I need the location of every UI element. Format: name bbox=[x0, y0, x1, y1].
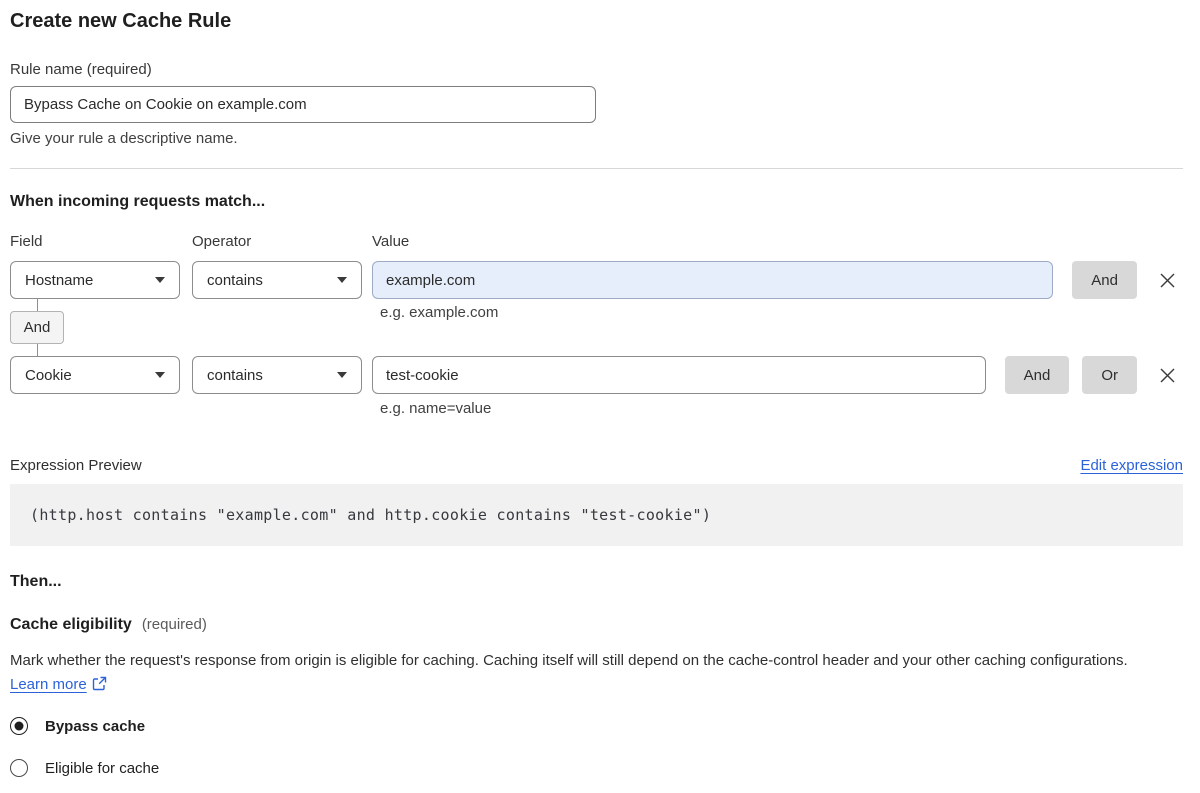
field-select[interactable]: Hostname bbox=[10, 261, 180, 299]
add-and-condition-button[interactable]: And bbox=[1072, 261, 1137, 299]
condition-row: Cookie contains And Or bbox=[10, 356, 1183, 394]
add-or-condition-button[interactable]: Or bbox=[1082, 356, 1137, 394]
radio-option-label: Eligible for cache bbox=[45, 759, 160, 777]
radio-selected-icon[interactable] bbox=[10, 717, 28, 735]
section-divider bbox=[10, 168, 1183, 169]
remove-condition-button[interactable] bbox=[1151, 356, 1183, 394]
operator-select-value: contains bbox=[207, 366, 263, 384]
chevron-down-icon bbox=[155, 372, 165, 378]
required-note: (required) bbox=[141, 616, 207, 633]
match-heading: When incoming requests match... bbox=[10, 193, 266, 210]
cache-rule-form: Create new Cache Rule Rule name (require… bbox=[10, 0, 1183, 777]
operator-select[interactable]: contains bbox=[192, 261, 362, 299]
field-select[interactable]: Cookie bbox=[10, 356, 180, 394]
cache-eligibility-description: Mark whether the request's response from… bbox=[10, 649, 1170, 697]
expression-code-block: (http.host contains "example.com" and ht… bbox=[10, 484, 1183, 546]
add-and-condition-button[interactable]: And bbox=[1004, 356, 1070, 394]
and-connector-button[interactable]: And bbox=[10, 311, 64, 344]
description-text: Mark whether the request's response from… bbox=[10, 652, 1128, 669]
radio-option-eligible-for-cache[interactable]: Eligible for cache bbox=[10, 759, 1183, 777]
radio-option-label: Bypass cache bbox=[45, 717, 146, 735]
rule-name-input[interactable] bbox=[10, 86, 596, 123]
field-select-value: Hostname bbox=[25, 271, 94, 289]
remove-condition-button[interactable] bbox=[1151, 261, 1183, 299]
remove-condition-icon bbox=[1160, 273, 1174, 287]
connector-line bbox=[37, 299, 38, 311]
cache-eligibility-heading: Cache eligibility bbox=[10, 616, 132, 633]
page-title: Create new Cache Rule bbox=[10, 10, 232, 32]
radio-option-bypass-cache[interactable]: Bypass cache bbox=[10, 717, 1183, 735]
condition-value-input[interactable] bbox=[372, 261, 1054, 299]
field-select-value: Cookie bbox=[25, 366, 72, 384]
radio-unselected-icon[interactable] bbox=[10, 759, 28, 777]
rule-name-label: Rule name (required) bbox=[10, 61, 152, 78]
value-hint: e.g. example.com bbox=[380, 304, 499, 321]
operator-select-value: contains bbox=[207, 271, 263, 289]
condition-value-input[interactable] bbox=[372, 356, 986, 394]
condition-column-labels: Field Operator Value bbox=[10, 233, 1183, 251]
expression-code: (http.host contains "example.com" and ht… bbox=[30, 506, 712, 524]
external-link-icon bbox=[92, 676, 106, 691]
field-column-label: Field bbox=[10, 233, 43, 250]
value-column-label: Value bbox=[372, 233, 410, 250]
expression-preview-label: Expression Preview bbox=[10, 457, 142, 474]
condition-row: Hostname contains And bbox=[10, 261, 1183, 299]
chevron-down-icon bbox=[337, 372, 347, 378]
connector-line bbox=[37, 344, 38, 356]
condition-connector-zone: And e.g. example.com bbox=[10, 299, 1183, 356]
rule-name-helper: Give your rule a descriptive name. bbox=[10, 130, 238, 147]
value-hint: e.g. name=value bbox=[380, 400, 492, 417]
then-heading: Then... bbox=[10, 573, 62, 590]
learn-more-link[interactable]: Learn more bbox=[10, 676, 87, 693]
remove-condition-icon bbox=[1160, 368, 1174, 382]
operator-column-label: Operator bbox=[192, 233, 252, 250]
cache-eligibility-heading-row: Cache eligibility (required) bbox=[10, 615, 1183, 635]
chevron-down-icon bbox=[337, 277, 347, 283]
operator-select[interactable]: contains bbox=[192, 356, 362, 394]
edit-expression-link[interactable]: Edit expression bbox=[1080, 457, 1183, 474]
chevron-down-icon bbox=[155, 277, 165, 283]
expression-header: Expression Preview Edit expression bbox=[10, 456, 1183, 475]
